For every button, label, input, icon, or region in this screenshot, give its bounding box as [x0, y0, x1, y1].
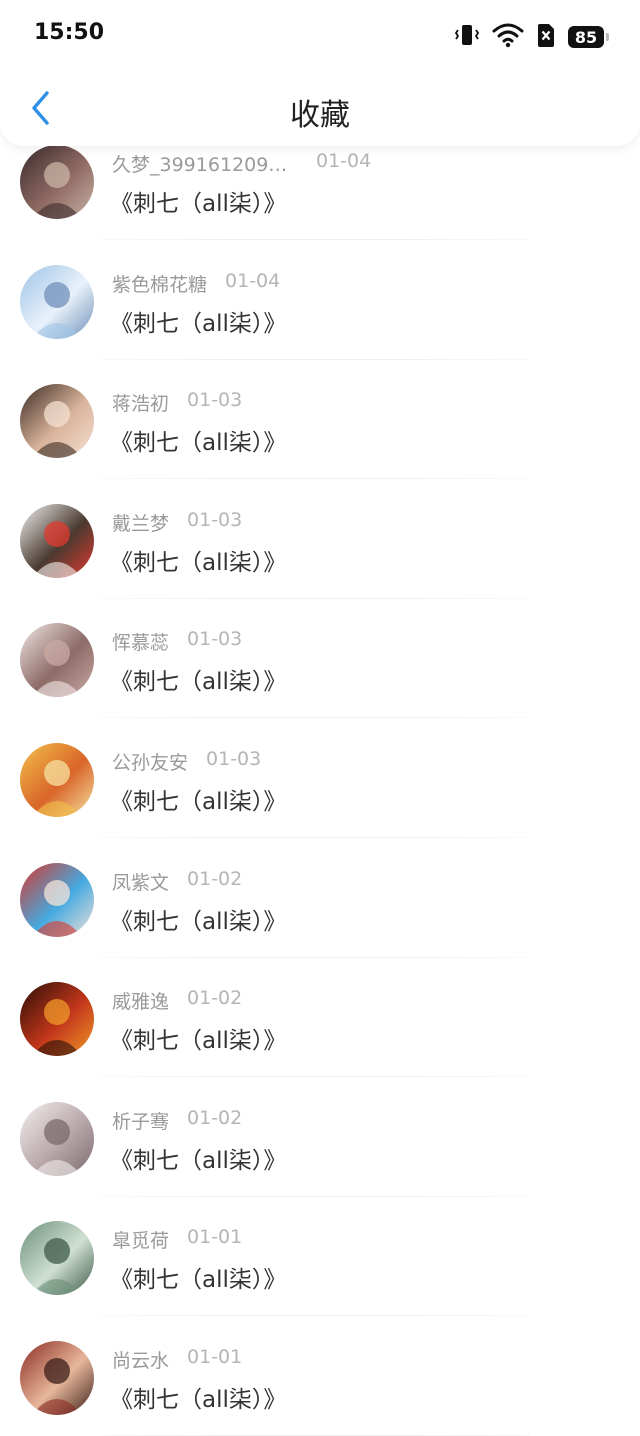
- avatar[interactable]: [20, 1221, 94, 1296]
- post-date: 01-04: [316, 150, 372, 172]
- item-meta: 公孙友安 01-03: [112, 748, 261, 775]
- post-date: 01-04: [225, 269, 281, 292]
- post-title[interactable]: 《刺七（all柒）》: [110, 1141, 286, 1175]
- post-date: 01-03: [187, 389, 243, 412]
- post-title[interactable]: 《刺七（all柒）》: [110, 782, 286, 816]
- avatar[interactable]: [20, 384, 94, 459]
- avatar[interactable]: [20, 1101, 94, 1176]
- avatar[interactable]: [20, 982, 94, 1057]
- avatar[interactable]: [20, 503, 94, 578]
- item-meta: 恽慕蕊 01-03: [112, 628, 242, 655]
- vibrate-icon: [454, 22, 480, 52]
- item-meta: 久梦_3991612093... 01-04: [112, 150, 371, 177]
- item-meta: 析子骞 01-02: [112, 1107, 242, 1134]
- item-meta: 皐觅荷 01-01: [112, 1226, 242, 1253]
- avatar[interactable]: [20, 862, 94, 937]
- post-title[interactable]: 《刺七（all柒）》: [110, 1260, 286, 1294]
- nav-bar: 收藏: [0, 74, 640, 146]
- post-title[interactable]: 《刺七（all柒）》: [110, 184, 286, 218]
- favorites-list: 久梦_3991612093... 01-04 《刺七（all柒）》 紫色棉花糖 01…: [0, 120, 640, 1436]
- list-item[interactable]: 威雅逸 01-02 《刺七（all柒）》: [0, 957, 640, 1078]
- username[interactable]: 威雅逸: [112, 987, 169, 1014]
- username[interactable]: 尚云水: [112, 1346, 169, 1373]
- post-date: 01-02: [187, 1106, 243, 1129]
- username[interactable]: 戴兰梦: [112, 509, 169, 536]
- item-meta: 凤紫文 01-02: [112, 868, 242, 895]
- avatar[interactable]: [20, 623, 94, 698]
- list-item[interactable]: 尚云水 01-01 《刺七（all柒）》: [0, 1316, 640, 1436]
- item-meta: 紫色棉花糖 01-04: [112, 270, 280, 297]
- username[interactable]: 公孙友安: [112, 748, 188, 775]
- status-icons: 85: [454, 22, 609, 52]
- post-date: 01-03: [187, 508, 243, 531]
- list-item[interactable]: 戴兰梦 01-03 《刺七（all柒）》: [0, 479, 640, 599]
- list-item[interactable]: 皐觅荷 01-01 《刺七（all柒）》: [0, 1196, 640, 1317]
- post-date: 01-03: [187, 628, 243, 651]
- battery-indicator: 85: [568, 26, 609, 48]
- wifi-icon: [492, 22, 524, 52]
- list-item[interactable]: 恽慕蕊 01-03 《刺七（all柒）》: [0, 598, 640, 719]
- app-header: 15:50 85 收藏: [0, 0, 640, 146]
- post-date: 01-01: [187, 1226, 243, 1249]
- post-date: 01-01: [187, 1345, 243, 1368]
- avatar[interactable]: [20, 264, 94, 339]
- page-title: 收藏: [290, 98, 350, 133]
- no-sim-icon: [536, 22, 556, 52]
- username[interactable]: 析子骞: [112, 1107, 169, 1134]
- post-title[interactable]: 《刺七（all柒）》: [110, 423, 286, 457]
- post-date: 01-02: [187, 987, 243, 1010]
- avatar[interactable]: [20, 145, 94, 219]
- item-meta: 蒋浩初 01-03: [112, 389, 242, 416]
- avatar[interactable]: [20, 742, 94, 817]
- post-title[interactable]: 《刺七（all柒）》: [110, 662, 286, 696]
- username[interactable]: 皐觅荷: [112, 1226, 169, 1253]
- list-item[interactable]: 析子骞 01-02 《刺七（all柒）》: [0, 1077, 640, 1197]
- post-date: 01-02: [187, 867, 243, 890]
- item-meta: 尚云水 01-01: [112, 1346, 242, 1373]
- post-title[interactable]: 《刺七（all柒）》: [110, 304, 286, 338]
- username[interactable]: 蒋浩初: [112, 389, 169, 416]
- username[interactable]: 久梦_3991612093...: [112, 150, 298, 177]
- username[interactable]: 紫色棉花糖: [112, 270, 207, 297]
- post-title[interactable]: 《刺七（all柒）》: [110, 1021, 286, 1055]
- post-title[interactable]: 《刺七（all柒）》: [110, 1380, 286, 1414]
- status-time: 15:50: [34, 20, 105, 45]
- list-item[interactable]: 蒋浩初 01-03 《刺七（all柒）》: [0, 359, 640, 480]
- item-meta: 戴兰梦 01-03: [112, 509, 242, 536]
- post-title[interactable]: 《刺七（all柒）》: [110, 902, 286, 936]
- username[interactable]: 恽慕蕊: [112, 628, 169, 655]
- list-item[interactable]: 公孙友安 01-03 《刺七（all柒）》: [0, 718, 640, 838]
- avatar[interactable]: [20, 1340, 94, 1415]
- list-item[interactable]: 凤紫文 01-02 《刺七（all柒）》: [0, 838, 640, 958]
- username[interactable]: 凤紫文: [112, 868, 169, 895]
- post-date: 01-03: [206, 747, 262, 770]
- post-title[interactable]: 《刺七（all柒）》: [110, 543, 286, 577]
- status-bar: 15:50 85: [0, 0, 640, 72]
- list-item[interactable]: 紫色棉花糖 01-04 《刺七（all柒）》: [0, 240, 640, 360]
- item-meta: 威雅逸 01-02: [112, 987, 242, 1014]
